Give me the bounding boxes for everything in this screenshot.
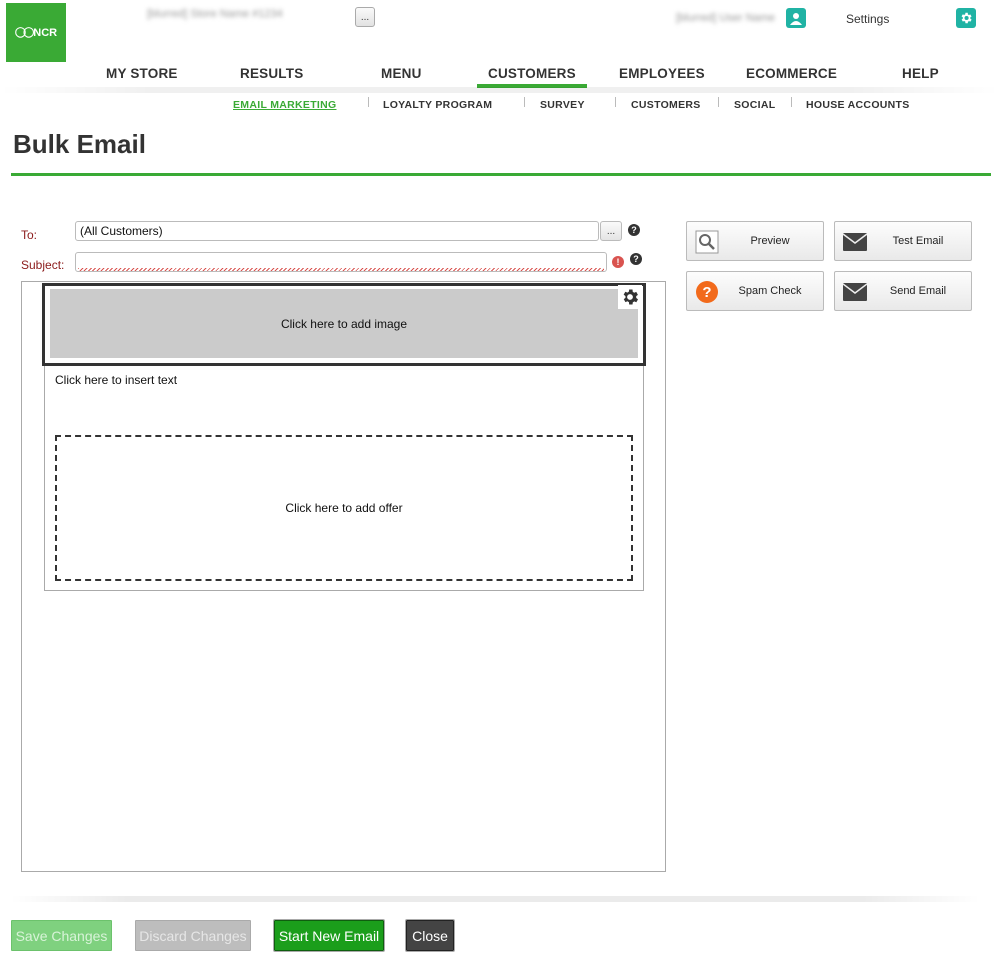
save-changes-button[interactable]: Save Changes	[11, 920, 112, 951]
subject-label: Subject:	[21, 258, 65, 272]
store-name: [blurred] Store Name #1234	[147, 8, 283, 20]
help-icon[interactable]: ?	[630, 253, 642, 265]
send-email-button[interactable]: Send Email	[834, 271, 972, 311]
page-title: Bulk Email	[13, 129, 146, 159]
nav-divider	[0, 87, 999, 93]
validation-underline	[78, 268, 604, 271]
subnav-email-marketing[interactable]: EMAIL MARKETING	[233, 99, 336, 111]
test-email-label: Test Email	[892, 235, 944, 247]
add-image-label: Click here to add image	[280, 316, 408, 331]
ncr-logo: ◯◯ NCR	[6, 3, 66, 62]
logo-text: NCR	[33, 26, 58, 39]
subnav-separator	[718, 97, 719, 107]
svg-text:?: ?	[702, 284, 711, 301]
subnav-separator	[368, 97, 369, 107]
block-settings-gear-icon[interactable]	[618, 285, 642, 309]
preview-label: Preview	[750, 235, 790, 247]
footer-divider	[10, 896, 980, 902]
close-button[interactable]: Close	[405, 919, 455, 952]
nav-help[interactable]: HELP	[902, 66, 939, 81]
nav-employees[interactable]: EMPLOYEES	[619, 66, 705, 81]
gear-icon[interactable]	[956, 8, 976, 28]
subnav-separator	[791, 97, 792, 107]
discard-changes-button[interactable]: Discard Changes	[135, 920, 251, 951]
subnav-separator	[615, 97, 616, 107]
insert-text-placeholder[interactable]: Click here to insert text	[55, 373, 177, 387]
question-icon: ?	[695, 280, 719, 304]
error-icon: !	[612, 256, 624, 268]
ncr-rings-icon: ◯◯	[14, 27, 34, 38]
title-divider	[11, 173, 991, 176]
store-selector-button[interactable]: ...	[355, 7, 375, 27]
add-offer-placeholder[interactable]: Click here to add offer	[55, 435, 633, 581]
subnav-social[interactable]: SOCIAL	[734, 99, 775, 111]
nav-menu[interactable]: MENU	[381, 66, 422, 81]
user-name: [blurred] User Name	[676, 12, 776, 24]
user-icon[interactable]	[786, 8, 806, 28]
add-offer-label: Click here to add offer	[285, 501, 403, 515]
to-label: To:	[21, 228, 38, 242]
start-new-email-button[interactable]: Start New Email	[273, 919, 385, 952]
settings-link[interactable]: Settings	[846, 12, 889, 26]
subnav-survey[interactable]: SURVEY	[540, 99, 585, 111]
spam-check-button[interactable]: ? Spam Check	[686, 271, 824, 311]
help-icon[interactable]: ?	[628, 224, 640, 236]
nav-customers[interactable]: CUSTOMERS	[488, 66, 576, 81]
nav-results[interactable]: RESULTS	[240, 66, 303, 81]
subnav-customers[interactable]: CUSTOMERS	[631, 99, 701, 111]
preview-button[interactable]: Preview	[686, 221, 824, 261]
subnav-house-accounts[interactable]: HOUSE ACCOUNTS	[806, 99, 910, 111]
magnifier-icon	[695, 230, 719, 254]
envelope-icon	[843, 230, 867, 254]
subnav-loyalty-program[interactable]: LOYALTY PROGRAM	[383, 99, 492, 111]
to-field[interactable]	[75, 221, 599, 241]
add-image-placeholder[interactable]: Click here to add image	[50, 289, 638, 358]
test-email-button[interactable]: Test Email	[834, 221, 972, 261]
envelope-icon	[843, 280, 867, 304]
nav-my-store[interactable]: MY STORE	[106, 66, 178, 81]
subnav-separator	[524, 97, 525, 107]
spam-check-label: Spam Check	[738, 285, 802, 297]
send-email-label: Send Email	[889, 285, 947, 297]
recipient-picker-button[interactable]: ...	[600, 221, 622, 241]
nav-ecommerce[interactable]: ECOMMERCE	[746, 66, 837, 81]
